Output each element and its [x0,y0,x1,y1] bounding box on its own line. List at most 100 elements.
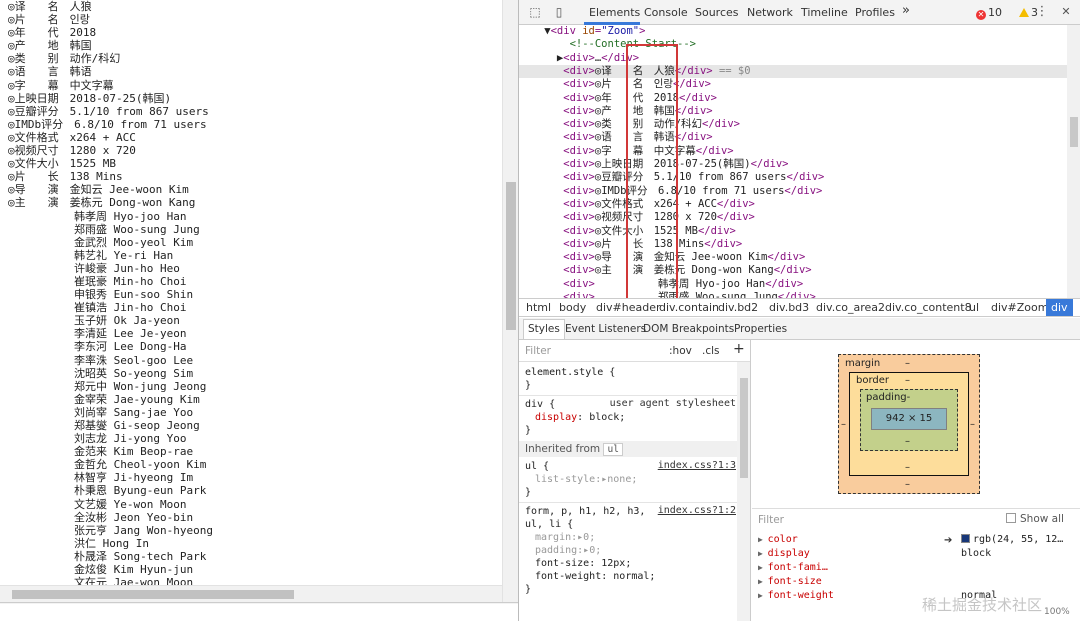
computed-prop-display[interactable]: ▶ display [758,547,810,561]
dom-node-line[interactable]: <div>◎视频尺寸 1280 x 720</div> [519,211,1067,224]
dom-indent [519,211,563,223]
dom-open-tag: <div> [563,237,595,250]
dom-node-line[interactable]: ▼<div id="Zoom"> [519,25,1067,38]
dom-node-line[interactable]: <div>◎片 名 인랑</div> [519,78,1067,91]
breadcrumb-item[interactable]: div.contain [659,301,719,314]
box-model-padding[interactable]: padding- – 942 × 15 [860,389,958,451]
more-tabs-icon[interactable]: » [902,3,910,18]
close-devtools-icon[interactable]: ✕ [1059,5,1073,19]
movie-info-line: 朴晟泽 Song-tech Park [8,549,207,563]
computed-filter-input[interactable]: Filter [758,514,784,526]
dom-open-tag: <div> [563,51,595,64]
go-to-source-icon[interactable]: ➔ [944,535,952,546]
box-model-margin[interactable]: margin – – – – border – – padding- – 942… [838,354,980,494]
dom-node-line[interactable]: <div>◎豆瓣评分 5.1/10 from 867 users</div> [519,171,1067,184]
dom-node-line[interactable]: <div>◎导 演 金知云 Jee-woon Kim</div> [519,251,1067,264]
tab-console[interactable]: Console [644,6,688,19]
padding-label: padding- [866,392,911,403]
dom-node-line[interactable]: <div>◎IMDb评分 6.8/10 from 71 users</div> [519,185,1067,198]
color-swatch[interactable] [961,534,970,543]
breadcrumb-item[interactable]: div#header [596,301,661,314]
dom-node-line[interactable]: <div>◎年 代 2018</div> [519,92,1067,105]
dom-node-line[interactable]: <div>◎文件大小 1525 MB</div> [519,225,1067,238]
dom-node-line[interactable]: <div>◎文件格式 x264 + ACC</div> [519,198,1067,211]
dom-node-line[interactable]: <div>◎语 言 韩语</div> [519,131,1067,144]
tab-elements[interactable]: Elements [589,6,640,19]
computed-prop-font-size[interactable]: ▶ font-size [758,575,822,589]
error-count-badge[interactable]: ✕ 10 [976,6,1002,20]
page-vertical-scrollbar[interactable] [502,0,518,604]
dom-tree-scrollbar[interactable] [1067,25,1080,298]
inherited-from-bar: Inherited from ul [519,441,737,457]
movie-info-line: 刘尚宰 Sang-jae Yoo [8,405,194,419]
dom-node-line[interactable]: <div> 郑雨盛 Woo-sung Jung</div> [519,291,1067,298]
tab-profiles[interactable]: Profiles [855,6,895,19]
dom-text: ◎主 演 姜栋元 Dong-won Kang [594,264,774,277]
movie-info-line: 申银秀 Eun-soo Shin [8,288,194,302]
new-rule-button[interactable]: + [733,341,745,357]
dom-node-line[interactable]: <div>◎片 长 138 Mins</div> [519,238,1067,251]
show-all-checkbox[interactable]: Show all [1006,513,1064,525]
movie-info-line: 刘志龙 Ji-yong Yoo [8,432,187,446]
tab-network[interactable]: Network [747,6,793,19]
movie-info-line: 韩艺礼 Ye-ri Han [8,248,174,262]
device-toolbar-icon[interactable]: ▯ [552,5,566,19]
breadcrumb-item[interactable]: div [1046,299,1073,316]
breadcrumb-item[interactable]: html [526,301,551,314]
breadcrumb-item[interactable]: div.co_content8 [885,301,972,314]
dom-node-line[interactable]: <div> 韩孝周 Hyo-joo Han</div> [519,278,1067,291]
hover-state-toggle[interactable]: :hov [669,345,692,357]
tab-styles[interactable]: Styles [523,319,565,339]
styles-scrollbar[interactable] [737,362,750,621]
movie-info-list: ◎译 名 人狼 ◎片 名 인랑 ◎年 代 2018 ◎产 地 韩国 ◎类 别 动作/科幻… [8,0,213,589]
dom-node-line[interactable]: <!--Content Start--> [519,38,1067,51]
tab-dom-breakpoints[interactable]: DOM Breakpoints [643,323,734,335]
dom-node-line[interactable]: <div>◎字 幕 中文字幕</div> [519,145,1067,158]
dom-indent [519,118,563,130]
dom-node-line[interactable]: <div>◎产 地 韩国</div> [519,105,1067,118]
dom-tree[interactable]: ... ▼<div id="Zoom"> <!--Content Start--… [519,25,1067,298]
element-style-selector[interactable]: element.style { [525,366,615,379]
dom-node-line[interactable]: <div>◎译 名 人狼</div> == $0 [519,64,1067,79]
tab-event-listeners[interactable]: Event Listeners [565,323,646,335]
styles-scroll-thumb[interactable] [740,378,748,478]
dom-open-tag: <div> [563,118,595,131]
kebab-menu-icon[interactable]: ⋮ [1035,5,1049,19]
ul-rule-source-link[interactable]: index.css?1:3 [658,460,736,471]
box-model-border[interactable]: border – – padding- – 942 × 15 [849,372,969,476]
page-horizontal-scroll-thumb[interactable] [12,590,294,599]
movie-info-line: ◎上映日期 2018-07-25(韩国) [8,91,172,105]
inherited-ul-tag[interactable]: ul [603,443,623,456]
breadcrumb-item[interactable]: div#Zoom [991,301,1048,314]
computed-prop-color[interactable]: ▶ color [758,533,798,547]
computed-value-color: rgb(24, 55, 12… [961,533,1063,547]
dom-node-line[interactable]: <div>◎主 演 姜栋元 Dong-won Kang</div> [519,264,1067,277]
breadcrumb-item[interactable]: div.bd3 [769,301,809,314]
styles-filter-input[interactable]: Filter [525,345,551,357]
dom-selected-marker: == $0 [712,64,751,77]
inspect-element-icon[interactable]: ⬚ [528,5,542,19]
breadcrumb-item[interactable]: div.bd2 [718,301,758,314]
dom-tree-scroll-thumb[interactable] [1070,117,1078,147]
tab-timeline[interactable]: Timeline [801,6,848,19]
page-horizontal-scrollbar[interactable] [0,585,502,602]
dom-indent [519,38,570,50]
breadcrumb-item[interactable]: ul [969,301,979,314]
reset-rule-selector-line2: ul, li { [525,519,574,530]
box-model-content-size[interactable]: 942 × 15 [871,408,947,430]
computed-prop-font-family[interactable]: ▶ font-fami… [758,561,828,575]
computed-prop-font-weight[interactable]: ▶ font-weight [758,589,834,603]
reset-rule-source-link[interactable]: index.css?1:2 [658,505,736,516]
tab-properties[interactable]: Properties [734,323,787,335]
breadcrumb-item[interactable]: div.co_area2 [816,301,885,314]
dom-node-line[interactable]: ▶<div>…</div> [519,52,1067,65]
page-vertical-scroll-thumb[interactable] [506,182,516,330]
breadcrumb-item[interactable]: body [559,301,586,314]
dom-node-line[interactable]: <div>◎类 别 动作/科幻</div> [519,118,1067,131]
dom-open-tag: <div> [563,78,595,91]
movie-info-line: 朴秉恩 Byung-eun Park [8,484,207,498]
dom-node-line[interactable]: <div>◎上映日期 2018-07-25(韩国)</div> [519,158,1067,171]
class-toggle[interactable]: .cls [702,345,720,357]
show-all-box[interactable] [1006,513,1016,523]
tab-sources[interactable]: Sources [695,6,739,19]
